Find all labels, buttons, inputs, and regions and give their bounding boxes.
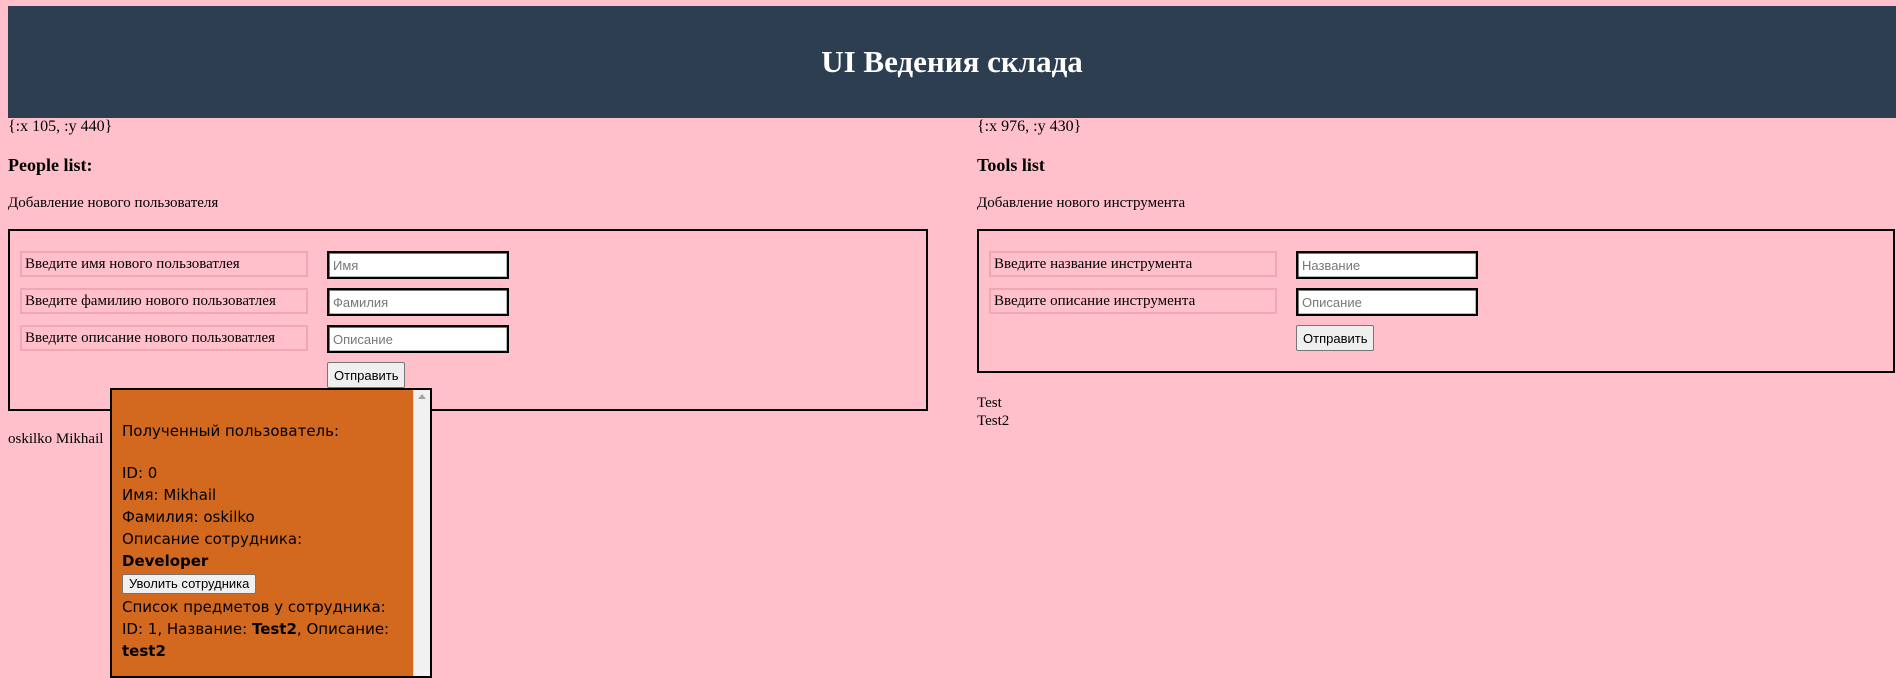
add-tool-form: Введите название инструмента Введите опи…	[977, 229, 1895, 373]
user-details-content: Полученный пользователь: ID: 0 Имя: Mikh…	[122, 420, 392, 662]
tool-description-label: Введите описание инструмента	[989, 288, 1277, 314]
employee-item-line: ID: 1, Название: Test2, Описание: test2	[122, 618, 392, 662]
user-description-input[interactable]	[327, 325, 509, 353]
popup-scrollbar[interactable]	[413, 390, 430, 676]
user-description-label: Введите описание нового пользоватлея	[20, 325, 308, 351]
people-coords: {:x 105, :y 440}	[8, 118, 113, 135]
tools-list: Test Test2	[977, 394, 1009, 430]
items-heading: Список предметов у сотрудника:	[122, 598, 386, 616]
user-name-label: Имя:	[122, 486, 164, 504]
app-header: UI Ведения склада	[8, 6, 1896, 118]
tools-coords: {:x 976, :y 430}	[977, 118, 1082, 135]
add-user-subtitle: Добавление нового пользователя	[8, 195, 219, 211]
item-desc-label: , Описание:	[296, 620, 390, 638]
popup-heading: Полученный пользователь:	[122, 422, 340, 440]
user-surname-value: oskilko	[203, 508, 255, 526]
page-title: UI Ведения склада	[821, 44, 1083, 79]
tools-list-title: Tools list	[977, 155, 1045, 175]
user-surname-label: Фамилия:	[122, 508, 204, 526]
scroll-up-icon[interactable]	[418, 394, 426, 399]
people-list-item[interactable]: oskilko Mikhail	[8, 431, 103, 448]
item-name-value: Test2	[251, 620, 297, 638]
tool-name-input[interactable]	[1296, 251, 1478, 279]
add-user-submit-button[interactable]: Отправить	[327, 362, 406, 388]
user-id-line: ID: 0	[122, 462, 392, 484]
first-name-label: Введите имя нового пользоватлея	[20, 251, 308, 277]
user-desc-line: Описание сотрудника: Developer	[122, 528, 392, 572]
user-id-value: 0	[147, 464, 158, 482]
item-id-value: 1	[147, 620, 158, 638]
user-id-label: ID:	[122, 464, 148, 482]
user-desc-value: Developer	[122, 552, 209, 570]
last-name-input[interactable]	[327, 288, 509, 316]
user-details-popup: Полученный пользователь: ID: 0 Имя: Mikh…	[110, 388, 432, 678]
list-item[interactable]: Test	[977, 394, 1009, 412]
tool-description-input[interactable]	[1296, 288, 1478, 316]
fire-employee-button[interactable]: Уволить сотрудника	[122, 574, 257, 594]
people-list-title: People list:	[8, 155, 93, 175]
item-desc-value: test2	[122, 642, 166, 660]
user-desc-label: Описание сотрудника:	[122, 530, 303, 548]
add-user-form: Введите имя нового пользоватлея Введите …	[8, 229, 928, 411]
last-name-label: Введите фамилию нового пользоватлея	[20, 288, 308, 314]
user-surname-line: Фамилия: oskilko	[122, 506, 392, 528]
tool-name-label: Введите название инструмента	[989, 251, 1277, 277]
first-name-input[interactable]	[327, 251, 509, 279]
item-name-label: , Название:	[157, 620, 252, 638]
add-tool-subtitle: Добавление нового инструмента	[977, 195, 1186, 211]
user-name-line: Имя: Mikhail	[122, 484, 392, 506]
list-item[interactable]: Test2	[977, 412, 1009, 430]
item-id-label: ID:	[122, 620, 148, 638]
user-name-value: Mikhail	[163, 486, 217, 504]
add-tool-submit-button[interactable]: Отправить	[1296, 325, 1375, 351]
